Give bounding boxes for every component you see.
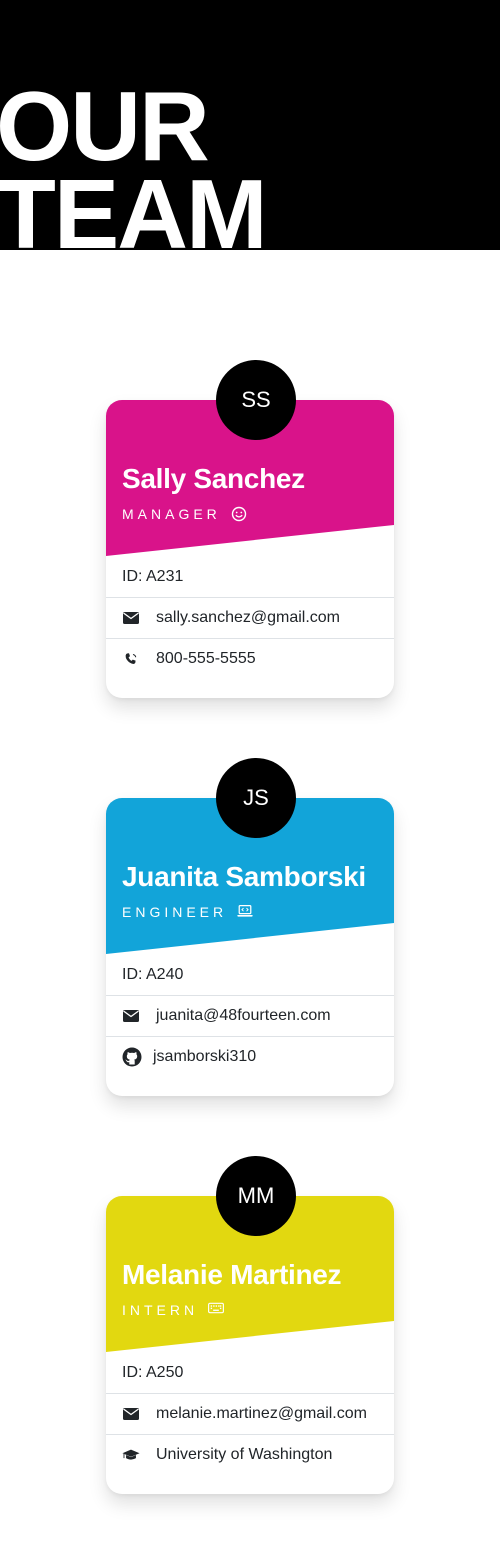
team-member-card: MM Melanie Martinez INTERN ID: A250 mela… [106,1156,394,1494]
envelope-icon [122,609,140,627]
graduation-cap-icon [122,1446,140,1464]
keyboard-icon [208,1302,225,1318]
school-name: University of Washington [156,1446,333,1463]
phone-row: 800-555-5555 [106,638,394,679]
page-title: OUR TEAM [0,71,268,250]
member-role: ENGINEER [122,904,253,920]
member-role: MANAGER [122,506,247,522]
role-label: INTERN [122,1302,199,1318]
team-member-card: JS Juanita Samborski ENGINEER ID: A240 j… [106,758,394,1096]
member-name: Melanie Martinez [122,1259,342,1290]
email-link[interactable]: melanie.martinez@gmail.com [156,1405,367,1423]
member-id: ID: A250 [122,1363,184,1381]
laptop-code-icon [237,904,253,920]
envelope-icon [122,1007,140,1025]
member-name: Juanita Samborski [122,861,366,892]
team-member-card: SS Sally Sanchez MANAGER ID: A231 sally.… [106,360,394,698]
avatar: MM [216,1156,296,1236]
email-link[interactable]: juanita@48fourteen.com [156,1007,331,1025]
avatar: SS [216,360,296,440]
phone-icon [122,650,140,668]
github-icon [122,1047,142,1067]
email-link[interactable]: sally.sanchez@gmail.com [156,609,340,627]
avatar: JS [216,758,296,838]
email-row: sally.sanchez@gmail.com [106,597,394,638]
email-row: juanita@48fourteen.com [106,995,394,1036]
role-label: MANAGER [122,506,221,522]
email-row: melanie.martinez@gmail.com [106,1393,394,1434]
page-header: OUR TEAM [0,0,500,250]
role-label: ENGINEER [122,904,228,920]
envelope-icon [122,1405,140,1423]
github-username[interactable]: jsamborski310 [153,1048,256,1066]
member-role: INTERN [122,1302,225,1318]
member-id: ID: A240 [122,965,184,983]
member-name: Sally Sanchez [122,463,305,494]
smile-icon [231,506,247,522]
github-row: jsamborski310 [106,1036,394,1077]
member-id: ID: A231 [122,567,184,585]
school-row: University of Washington [106,1434,394,1475]
phone-number[interactable]: 800-555-5555 [156,650,256,668]
